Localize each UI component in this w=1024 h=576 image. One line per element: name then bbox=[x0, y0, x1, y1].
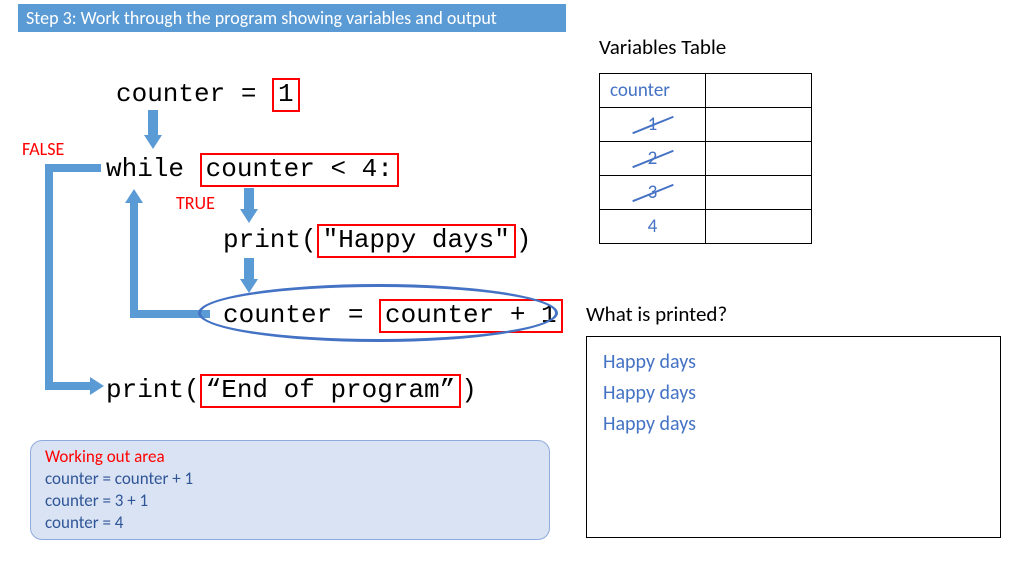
working-title: Working out area bbox=[45, 446, 535, 468]
arrow-head-icon bbox=[90, 377, 104, 395]
true-label: TRUE bbox=[176, 192, 215, 214]
code-line-3: print("Happy days") bbox=[223, 224, 531, 258]
working-line: counter = counter + 1 bbox=[45, 468, 535, 490]
step-header: Step 3: Work through the program showing… bbox=[18, 4, 566, 32]
code-line-1: counter = 1 bbox=[116, 78, 300, 112]
code-line-5: print(“End of program”) bbox=[106, 374, 477, 408]
string-box: "Happy days" bbox=[317, 224, 516, 258]
printed-box: Happy days Happy days Happy days bbox=[586, 336, 1001, 538]
highlight-ellipse bbox=[198, 284, 558, 342]
printed-line: Happy days bbox=[603, 378, 984, 409]
arrow-down-icon bbox=[244, 258, 254, 280]
printed-line: Happy days bbox=[603, 347, 984, 378]
vt-cell bbox=[706, 176, 812, 210]
vt-value: 4 bbox=[648, 215, 658, 238]
code-text: counter = bbox=[116, 79, 272, 109]
code-text: while bbox=[106, 154, 200, 184]
printed-title: What is printed? bbox=[586, 301, 727, 327]
printed-line: Happy days bbox=[603, 409, 984, 440]
literal-box: 1 bbox=[272, 78, 300, 112]
arrow-down-icon bbox=[244, 188, 254, 210]
vt-cell: 2 bbox=[600, 142, 706, 176]
string-box: “End of program” bbox=[200, 374, 462, 408]
arrow-segment bbox=[130, 202, 138, 318]
code-line-2: while counter < 4: bbox=[106, 153, 399, 187]
arrow-down-icon bbox=[148, 110, 158, 136]
false-label: FALSE bbox=[22, 138, 64, 160]
condition-box: counter < 4: bbox=[200, 153, 399, 187]
working-line: counter = 3 + 1 bbox=[45, 490, 535, 512]
code-text: ) bbox=[516, 225, 532, 255]
vt-cell bbox=[706, 74, 812, 108]
arrow-head-icon bbox=[144, 135, 162, 149]
arrow-segment bbox=[45, 164, 53, 390]
code-text: print( bbox=[223, 225, 317, 255]
vt-cell bbox=[706, 108, 812, 142]
variables-table-title: Variables Table bbox=[599, 34, 726, 60]
vt-header: counter bbox=[600, 74, 706, 108]
arrow-segment bbox=[45, 382, 91, 390]
vt-cell: 1 bbox=[600, 108, 706, 142]
working-out-area: Working out area counter = counter + 1 c… bbox=[30, 440, 550, 540]
vt-cell: 4 bbox=[600, 210, 706, 244]
code-text: print( bbox=[106, 375, 200, 405]
arrow-head-icon bbox=[240, 209, 258, 223]
vt-cell: 3 bbox=[600, 176, 706, 210]
variables-table: counter 1 2 3 4 bbox=[599, 73, 812, 244]
vt-cell bbox=[706, 142, 812, 176]
code-text: ) bbox=[461, 375, 477, 405]
working-line: counter = 4 bbox=[45, 512, 535, 534]
arrow-segment bbox=[45, 164, 101, 172]
vt-cell bbox=[706, 210, 812, 244]
arrow-head-icon bbox=[125, 189, 143, 203]
